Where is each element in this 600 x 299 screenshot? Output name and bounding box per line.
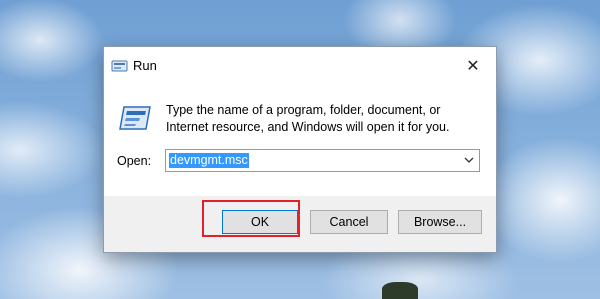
run-icon [111, 60, 128, 72]
title-bar[interactable]: Run ✕ [104, 47, 496, 85]
run-dialog: Run ✕ Type the name of a program, folder… [103, 46, 497, 253]
dialog-body: Type the name of a program, folder, docu… [104, 85, 496, 196]
tree-silhouette [382, 282, 418, 299]
close-button[interactable]: ✕ [450, 47, 496, 85]
window-title: Run [133, 58, 157, 73]
browse-button[interactable]: Browse... [398, 210, 482, 234]
ok-highlight-annotation [202, 200, 300, 237]
cancel-button[interactable]: Cancel [310, 210, 388, 234]
open-label: Open: [117, 154, 152, 168]
run-icon-large [119, 106, 151, 130]
open-input-value[interactable]: devmgmt.msc [169, 153, 249, 168]
chevron-down-icon[interactable] [463, 153, 475, 167]
instructions-text: Type the name of a program, folder, docu… [166, 103, 450, 134]
close-icon: ✕ [466, 58, 480, 75]
open-combobox[interactable]: devmgmt.msc [165, 149, 480, 172]
